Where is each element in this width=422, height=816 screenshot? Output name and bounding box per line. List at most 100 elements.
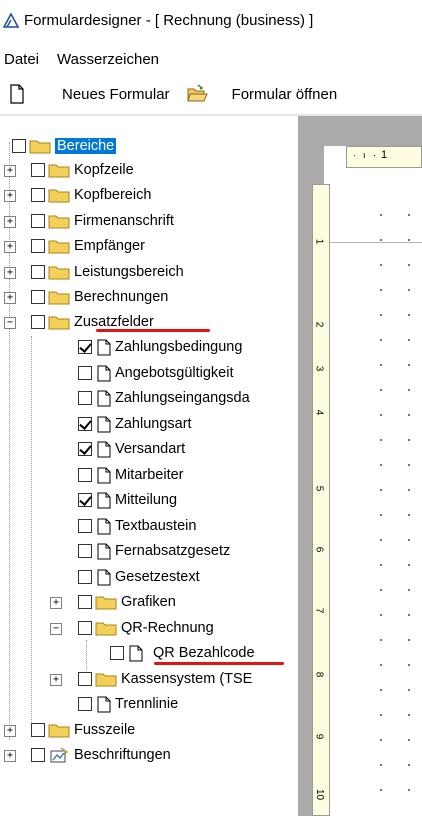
grid-dot bbox=[408, 439, 410, 441]
tree-item-trennlinie[interactable]: Trennlinie bbox=[78, 692, 178, 716]
tree-item-mitarbeiter[interactable]: Mitarbeiter bbox=[78, 463, 184, 487]
checkbox[interactable] bbox=[78, 570, 92, 584]
tree-label: Berechnungen bbox=[74, 289, 169, 305]
document-icon bbox=[97, 390, 111, 406]
grid-dot bbox=[380, 214, 382, 216]
checkbox[interactable] bbox=[31, 188, 45, 202]
grid-dot bbox=[380, 414, 382, 416]
grid-dot bbox=[408, 714, 410, 716]
tree-item-leistungsbereich[interactable]: Leistungsbereich bbox=[31, 260, 184, 284]
checkbox[interactable] bbox=[78, 493, 92, 507]
tree-item-kopfbereich[interactable]: Kopfbereich bbox=[31, 183, 151, 207]
expand-toggle[interactable]: + bbox=[4, 241, 16, 253]
checkbox[interactable] bbox=[78, 519, 92, 533]
grid-dot bbox=[408, 764, 410, 766]
checkbox[interactable] bbox=[110, 646, 124, 660]
tree-label: Gesetzestext bbox=[115, 569, 200, 585]
grid-dot bbox=[408, 214, 410, 216]
tree-item-firmenanschrift[interactable]: Firmenanschrift bbox=[31, 209, 174, 233]
checkbox[interactable] bbox=[78, 544, 92, 558]
checkbox[interactable] bbox=[12, 139, 26, 153]
expand-toggle[interactable]: + bbox=[4, 165, 16, 177]
checkbox[interactable] bbox=[78, 417, 92, 431]
open-form-button[interactable]: Formular öffnen bbox=[186, 83, 337, 105]
grid-dot bbox=[408, 339, 410, 341]
tree-item-mitteilung[interactable]: Mitteilung bbox=[78, 488, 177, 512]
checkbox[interactable] bbox=[31, 163, 45, 177]
folder-icon bbox=[48, 240, 70, 254]
tree-label: Zahlungsbedingung bbox=[115, 339, 243, 355]
tree-item-fusszeile[interactable]: Fusszeile bbox=[31, 718, 135, 742]
expand-toggle[interactable]: + bbox=[4, 750, 16, 762]
expand-toggle[interactable]: + bbox=[4, 725, 16, 737]
area-tree: Bereiche + Kopfzeile + Kopfbereich + Fir… bbox=[0, 116, 298, 816]
highlight-underline bbox=[154, 662, 284, 665]
checkbox[interactable] bbox=[31, 290, 45, 304]
tree-item-zahlungsart[interactable]: Zahlungsart bbox=[78, 412, 192, 436]
checkbox[interactable] bbox=[78, 442, 92, 456]
collapse-toggle[interactable]: − bbox=[50, 623, 62, 635]
tree-item-fernabsatzgesetz[interactable]: Fernabsatzgesetz bbox=[78, 539, 230, 563]
document-icon bbox=[97, 339, 111, 355]
tree-item-angebotsgueltigkeit[interactable]: Angebotsgültigkeit bbox=[78, 361, 234, 385]
ruler-number: 2 bbox=[313, 321, 325, 328]
tree-item-kassensystem[interactable]: Kassensystem (TSE bbox=[78, 667, 252, 691]
expand-toggle[interactable]: + bbox=[4, 190, 16, 202]
checkbox[interactable] bbox=[78, 340, 92, 354]
tree-label: Bereiche bbox=[55, 138, 117, 154]
tree-item-berechnungen[interactable]: Berechnungen bbox=[31, 285, 168, 309]
checkbox[interactable] bbox=[31, 315, 45, 329]
tree-item-zahlungsbedingung[interactable]: Zahlungsbedingung bbox=[78, 335, 242, 359]
grid-dot bbox=[408, 789, 410, 791]
checkbox[interactable] bbox=[31, 214, 45, 228]
ruler-number: 1 bbox=[381, 149, 388, 161]
grid-dot bbox=[408, 739, 410, 741]
expand-toggle[interactable]: + bbox=[4, 292, 16, 304]
checkbox[interactable] bbox=[78, 672, 92, 686]
tree-item-bereiche[interactable]: Bereiche bbox=[12, 134, 117, 158]
checkbox[interactable] bbox=[78, 595, 92, 609]
tree-label: Kopfbereich bbox=[74, 187, 152, 203]
checkbox[interactable] bbox=[78, 366, 92, 380]
checkbox[interactable] bbox=[31, 748, 45, 762]
checkbox[interactable] bbox=[78, 621, 92, 635]
tree-item-gesetzestext[interactable]: Gesetzestext bbox=[78, 565, 200, 589]
tree-item-versandart[interactable]: Versandart bbox=[78, 437, 185, 461]
tree-item-grafiken[interactable]: Grafiken bbox=[78, 590, 176, 614]
expand-toggle[interactable]: + bbox=[4, 267, 16, 279]
checkbox[interactable] bbox=[31, 723, 45, 737]
horizontal-ruler: · ı · 1 bbox=[346, 146, 422, 168]
new-form-button[interactable]: Neues Formular bbox=[6, 83, 170, 105]
grid-dot bbox=[380, 314, 382, 316]
grid-dot bbox=[380, 564, 382, 566]
folder-icon bbox=[48, 164, 70, 178]
checkbox[interactable] bbox=[78, 468, 92, 482]
menu-wasserzeichen[interactable]: Wasserzeichen bbox=[55, 51, 167, 68]
tree-item-empfaenger[interactable]: Empfänger bbox=[31, 234, 145, 258]
ruler-number: 1 bbox=[313, 238, 325, 245]
expand-toggle[interactable]: + bbox=[50, 674, 62, 686]
folder-icon bbox=[48, 291, 70, 305]
checkbox[interactable] bbox=[31, 239, 45, 253]
section-divider-line bbox=[330, 242, 422, 243]
checkbox[interactable] bbox=[78, 391, 92, 405]
tree-item-beschriftungen[interactable]: Beschriftungen bbox=[31, 743, 171, 767]
expand-toggle[interactable]: + bbox=[4, 216, 16, 228]
checkbox[interactable] bbox=[31, 265, 45, 279]
tree-label: Kassensystem (TSE bbox=[121, 671, 253, 687]
expand-toggle[interactable]: + bbox=[50, 597, 62, 609]
document-icon bbox=[97, 365, 111, 381]
tree-item-kopfzeile[interactable]: Kopfzeile bbox=[31, 158, 134, 182]
folder-icon bbox=[48, 266, 70, 280]
tree-item-textbaustein[interactable]: Textbaustein bbox=[78, 514, 196, 538]
grid-dot bbox=[380, 389, 382, 391]
grid-dot bbox=[380, 364, 382, 366]
tree-item-qr-rechnung[interactable]: QR-Rechnung bbox=[78, 616, 214, 640]
tree-item-zahlungseingangsdatum[interactable]: Zahlungseingangsda bbox=[78, 386, 250, 410]
new-form-label: Neues Formular bbox=[62, 85, 170, 103]
folder-icon bbox=[95, 622, 117, 636]
collapse-toggle[interactable]: − bbox=[4, 317, 16, 329]
checkbox[interactable] bbox=[78, 697, 92, 711]
menu-datei[interactable]: Datei bbox=[2, 51, 47, 68]
document-icon bbox=[97, 696, 111, 712]
